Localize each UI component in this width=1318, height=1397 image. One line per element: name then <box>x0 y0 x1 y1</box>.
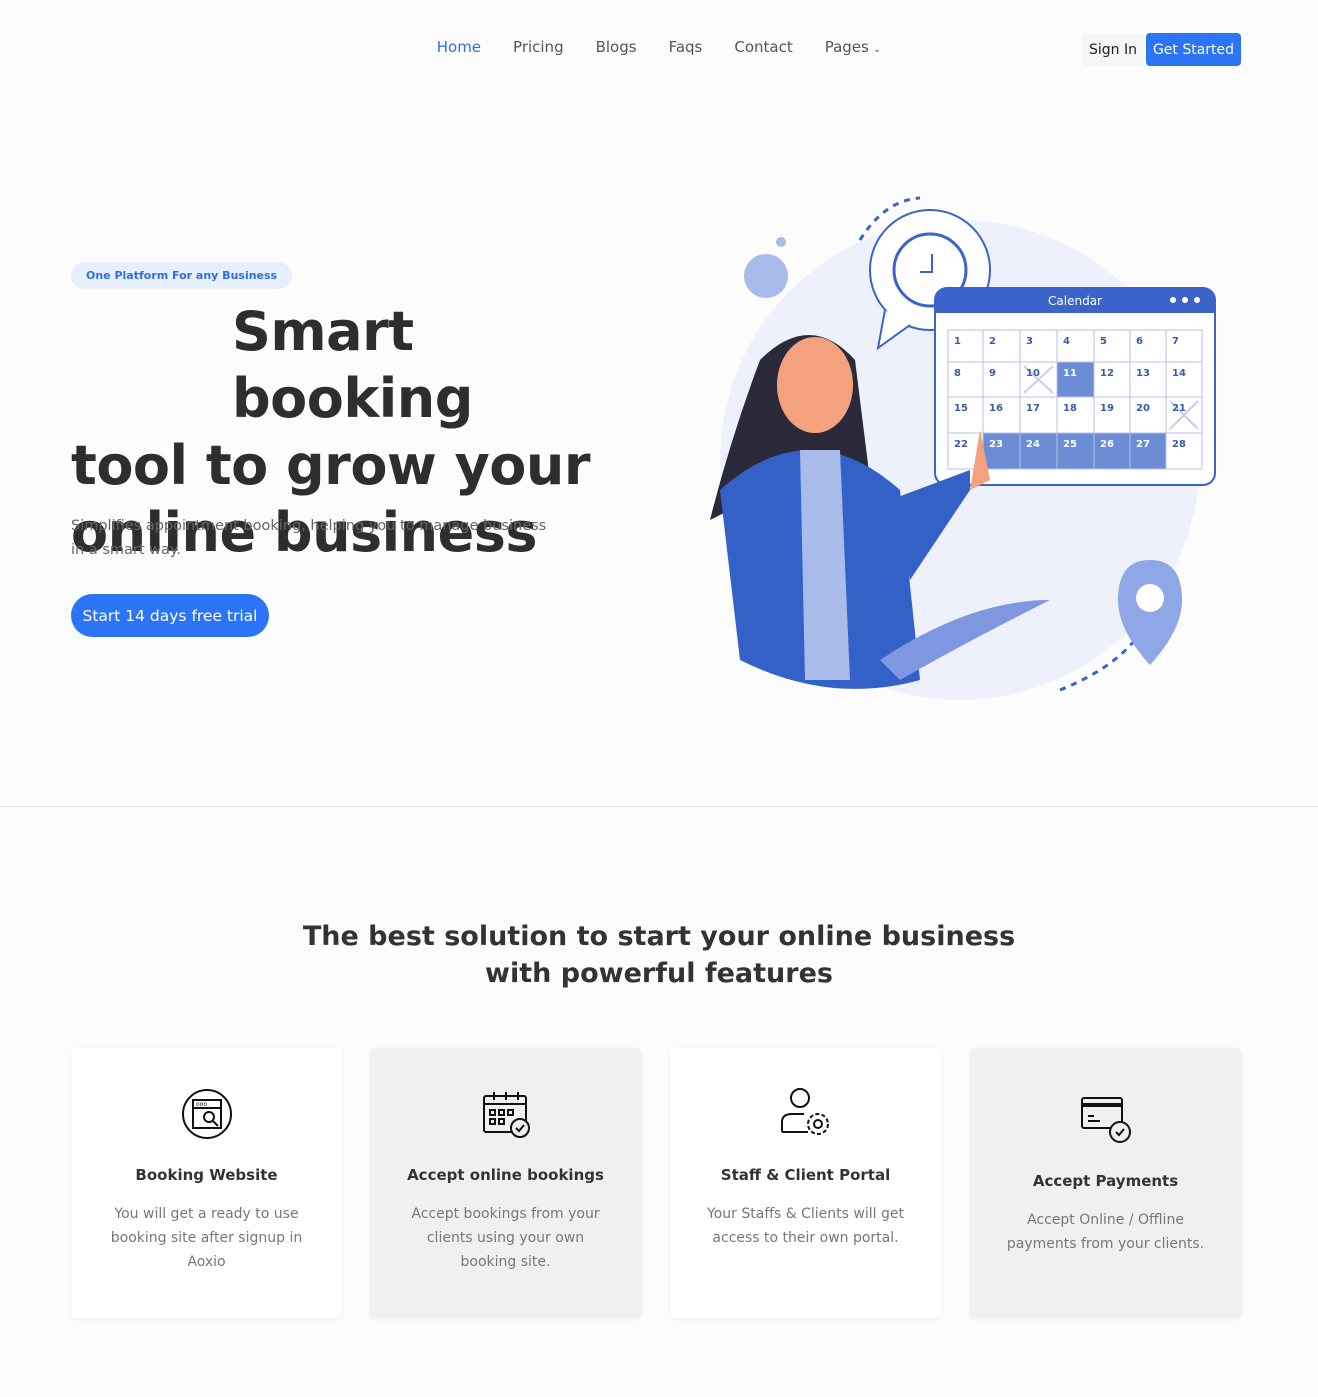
nav-home[interactable]: Home <box>437 38 481 56</box>
calendar-day: 20 <box>1136 403 1150 414</box>
decor-dot <box>776 237 786 247</box>
features-title-line-2: with powerful features <box>485 958 833 989</box>
calendar-day: 16 <box>989 403 1003 414</box>
sign-in-button[interactable]: Sign In <box>1082 34 1144 66</box>
card-check-icon <box>1080 1097 1131 1143</box>
calendar-day: 27 <box>1136 439 1150 450</box>
map-pin-icon <box>1118 560 1182 665</box>
get-started-button[interactable]: Get Started <box>1146 33 1241 66</box>
nav-pricing[interactable]: Pricing <box>513 38 564 56</box>
calendar-day: 21 <box>1172 403 1186 414</box>
calendar-day: 6 <box>1136 336 1143 347</box>
calendar-day: 28 <box>1172 439 1186 450</box>
svg-text:ooo: ooo <box>196 1101 207 1108</box>
calendar-day: 8 <box>954 368 961 379</box>
section-divider <box>0 806 1318 807</box>
feature-text: You will get a ready to use booking site… <box>110 1206 303 1270</box>
nav-pages-label: Pages <box>824 38 869 56</box>
feature-card: ooo Booking Website You will get a ready… <box>71 1048 342 1318</box>
calendar-day: 5 <box>1100 336 1107 347</box>
chevron-down-icon: ⌄ <box>872 44 882 55</box>
calendar-day: 23 <box>989 439 1003 450</box>
nav-contact[interactable]: Contact <box>734 38 792 56</box>
feature-text: Accept Online / Offline payments from yo… <box>1006 1212 1205 1252</box>
calendar-day: 2 <box>989 336 996 347</box>
hero-badge: One Platform For any Business <box>71 262 293 289</box>
hero-title-line-1: Smart booking <box>232 300 473 430</box>
feature-title: Staff & Client Portal <box>720 1166 891 1184</box>
calendar-day: 1 <box>954 336 961 347</box>
calendar-day: 4 <box>1063 336 1070 347</box>
user-gear-icon <box>780 1088 829 1135</box>
feature-text: Accept bookings from your clients using … <box>411 1206 600 1270</box>
calendar-day: 22 <box>954 439 968 450</box>
feature-title: Accept online bookings <box>407 1166 604 1184</box>
nav-blogs[interactable]: Blogs <box>596 38 637 56</box>
feature-card: Accept online bookings Accept bookings f… <box>370 1048 641 1318</box>
features-title: The best solution to start your online b… <box>0 918 1318 992</box>
free-trial-button[interactable]: Start 14 days free trial <box>71 594 269 637</box>
hero-title-line-2: tool to grow your <box>71 434 590 497</box>
nav-faqs[interactable]: Faqs <box>669 38 703 56</box>
calendar-day: 9 <box>989 368 996 379</box>
calendar-day: 19 <box>1100 403 1114 414</box>
calendar-day: 14 <box>1172 368 1186 379</box>
hero-illustration: Calendar 1 2 3 4 5 6 78 9 10 11 12 13 1415 16 17 18 19 20… <box>710 196 1216 700</box>
calendar-day: 7 <box>1172 336 1179 347</box>
browser-search-icon: ooo <box>181 1089 232 1139</box>
calendar-day: 13 <box>1136 368 1150 379</box>
feature-card: Accept Payments Accept Online / Offline … <box>970 1048 1241 1318</box>
decor-dot <box>744 254 788 298</box>
calendar-day: 18 <box>1063 403 1077 414</box>
feature-card: Staff & Client Portal Your Staffs & Clie… <box>670 1048 941 1318</box>
calendar-day: 12 <box>1100 368 1114 379</box>
calendar-day: 15 <box>954 403 968 414</box>
feature-text: Your Staffs & Clients will get access to… <box>707 1206 904 1246</box>
feature-title: Booking Website <box>135 1166 278 1184</box>
features-title-line-1: The best solution to start your online b… <box>302 921 1016 952</box>
feature-title: Accept Payments <box>1032 1172 1179 1190</box>
calendar-day: 17 <box>1026 403 1040 414</box>
calendar-day: 10 <box>1026 368 1040 379</box>
calendar-title: Calendar <box>1048 294 1102 308</box>
calendar-day: 26 <box>1100 439 1114 450</box>
calendar-day: 24 <box>1026 439 1040 450</box>
calendar-day: 3 <box>1026 336 1033 347</box>
calendar-day: 25 <box>1063 439 1077 450</box>
calendar-check-icon <box>482 1092 530 1138</box>
hero-subtitle: Simplifies appointment booking, helping … <box>71 518 547 558</box>
calendar-day: 11 <box>1063 368 1077 379</box>
nav-pages[interactable]: Pages ⌄ <box>825 38 882 56</box>
